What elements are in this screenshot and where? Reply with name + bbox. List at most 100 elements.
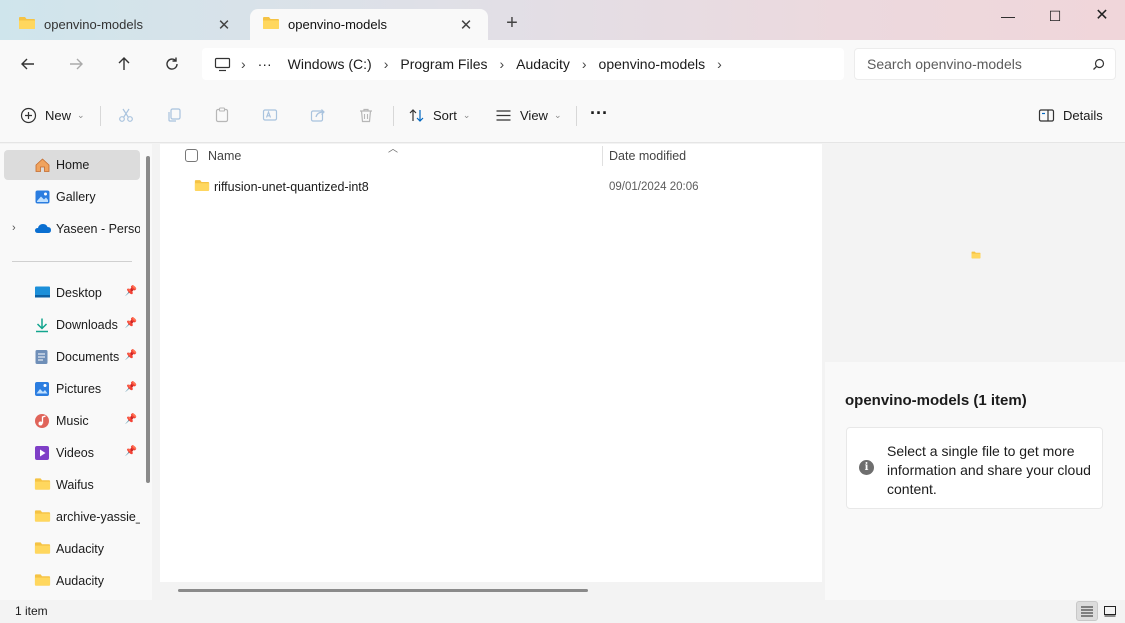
column-header-date-modified[interactable]: Date modified [609,149,686,163]
address-bar[interactable]: › ··· Windows (C:) › Program Files › Aud… [202,48,844,80]
pin-icon[interactable]: 📌 [125,414,137,425]
sidebar-item-videos[interactable]: Videos 📌 [4,438,140,468]
chevron-right-icon[interactable]: › [237,56,250,72]
sidebar-item-audacity[interactable]: Audacity [4,534,140,564]
search-box[interactable] [854,48,1116,80]
folder-icon [34,541,51,558]
cut-icon [119,108,133,122]
chevron-right-icon[interactable]: › [380,56,393,72]
chevron-right-icon[interactable]: › [713,56,726,72]
breadcrumb-openvino-models[interactable]: openvino-models [591,56,714,72]
sidebar-item-label: Videos [56,446,94,460]
new-button[interactable]: New ⌄ [20,103,85,127]
paste-button[interactable] [210,103,234,127]
refresh-button[interactable] [156,50,188,78]
select-all-checkbox[interactable] [185,149,198,162]
sort-icon [409,108,424,122]
breadcrumb-audacity[interactable]: Audacity [508,56,578,72]
maximize-button[interactable]: ☐ [1032,4,1078,28]
pin-icon[interactable]: 📌 [125,446,137,457]
arrow-right-icon [70,58,83,70]
delete-button[interactable] [354,103,378,127]
sidebar-scrollbar[interactable] [146,156,150,483]
documents-icon [34,349,49,368]
tab-label: openvino-models [44,17,144,32]
column-header-name[interactable]: Name [208,149,241,163]
back-button[interactable] [12,50,44,78]
sidebar-item-label: archive-yassie_j- [56,510,140,524]
sort-button[interactable]: Sort ⌄ [408,103,470,127]
breadcrumb-overflow[interactable]: ··· [250,56,280,72]
item-count: 1 item [15,604,48,618]
search-input[interactable] [867,56,1082,72]
preview-area [825,144,1125,362]
forward-button[interactable] [60,50,92,78]
folder-icon [262,16,280,33]
sidebar-item-downloads[interactable]: Downloads 📌 [4,310,140,340]
new-tab-button[interactable]: + [500,12,524,36]
music-icon [34,413,50,432]
refresh-icon [166,57,178,70]
sidebar-item-archive[interactable]: archive-yassie_j- [4,502,140,532]
more-options-button[interactable]: ··· [590,101,608,125]
search-icon[interactable] [1092,58,1105,74]
status-bar: 1 item [0,600,1125,623]
breadcrumb-windows-c[interactable]: Windows (C:) [280,56,380,72]
sidebar-item-label: Home [56,158,90,172]
sidebar-item-label: Audacity [56,574,104,588]
chevron-right-icon[interactable]: › [496,56,509,72]
cut-button[interactable] [114,103,138,127]
chevron-down-icon: ⌄ [77,109,85,120]
pictures-icon [34,381,50,400]
tiles-view-icon [1104,606,1116,617]
tiles-view-button[interactable] [1099,601,1121,621]
sidebar-item-music[interactable]: Music 📌 [4,406,140,436]
sidebar-item-label: Music [56,414,89,428]
sidebar-item-onedrive[interactable]: Yaseen - Personal [4,214,140,244]
gallery-icon [34,189,51,208]
divider [12,261,132,262]
sidebar-item-audacity-2[interactable]: Audacity [4,566,140,596]
sidebar-item-documents[interactable]: Documents 📌 [4,342,140,372]
videos-icon [34,445,50,464]
sidebar-item-desktop[interactable]: Desktop 📌 [4,278,140,308]
pin-icon[interactable]: 📌 [125,318,137,329]
share-button[interactable] [306,103,330,127]
pin-icon[interactable]: 📌 [125,286,137,297]
sidebar-item-label: Desktop [56,286,102,300]
rename-icon [262,109,278,121]
file-list: Name ︿ Date modified riffusion-unet-quan… [160,144,822,600]
sidebar-item-pictures[interactable]: Pictures 📌 [4,374,140,404]
breadcrumb-program-files[interactable]: Program Files [392,56,495,72]
tab-openvino-models-2[interactable]: openvino-models ✕ [250,9,488,40]
rename-button[interactable] [258,103,282,127]
folder-icon [194,179,210,195]
close-tab-icon[interactable]: ✕ [456,16,476,34]
info-text: Select a single file to get more informa… [887,443,1091,497]
computer-icon[interactable] [202,57,237,72]
sidebar-item-label: Gallery [56,190,96,204]
chevron-right-icon[interactable]: › [578,56,591,72]
horizontal-scrollbar[interactable] [178,589,588,592]
close-tab-icon[interactable]: ✕ [214,16,234,34]
minimize-button[interactable]: — [985,4,1031,28]
pin-icon[interactable]: 📌 [125,350,137,361]
tab-label: openvino-models [288,17,388,32]
tab-openvino-models-1[interactable]: openvino-models ✕ [6,9,246,40]
list-item[interactable]: riffusion-unet-quantized-int8 09/01/2024… [160,175,822,199]
copy-button[interactable] [162,103,186,127]
up-button[interactable] [108,50,140,78]
details-view-button[interactable] [1076,601,1098,621]
view-list-icon [496,109,511,121]
column-divider[interactable] [602,146,603,166]
sidebar-item-gallery[interactable]: Gallery [4,182,140,212]
sidebar-item-label: Documents [56,350,120,364]
pin-icon[interactable]: 📌 [125,382,137,393]
sidebar-item-home[interactable]: Home [4,150,140,180]
close-window-button[interactable]: ✕ [1079,4,1125,28]
chevron-down-icon: ⌄ [553,109,562,120]
view-button[interactable]: View ⌄ [495,103,562,127]
details-pane-button[interactable]: Details [1038,103,1103,127]
details-pane-icon [1038,108,1055,122]
sidebar-item-waifus[interactable]: Waifus [4,470,140,500]
